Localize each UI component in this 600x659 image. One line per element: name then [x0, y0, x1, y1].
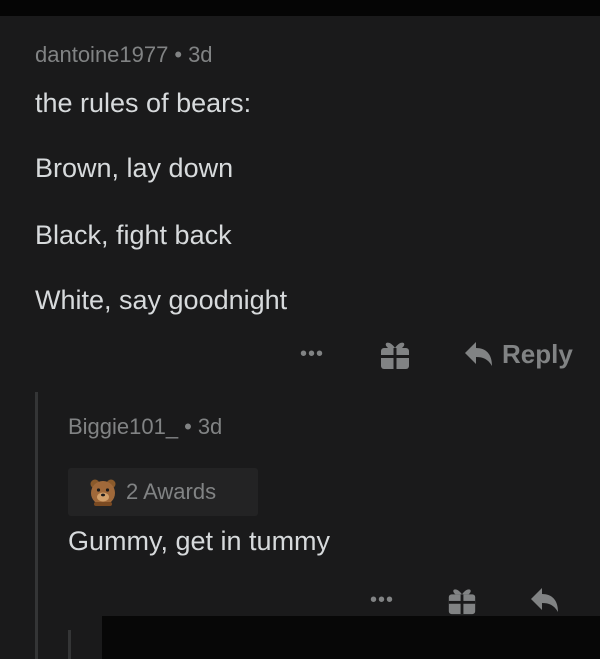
give-award-button[interactable]	[446, 584, 478, 616]
nested-comment-area	[102, 616, 600, 659]
more-options-button[interactable]: •••	[370, 590, 394, 610]
reply-button[interactable]: Reply	[462, 339, 573, 370]
comment-text-line: the rules of bears:	[35, 88, 252, 118]
nested-thread-line[interactable]	[68, 630, 71, 659]
comment-meta: dantoine1977 • 3d	[35, 40, 595, 70]
meta-separator: •	[174, 42, 183, 67]
comment-text-line: Brown, lay down	[35, 153, 234, 183]
awards-badge[interactable]: 2 Awards	[68, 468, 258, 516]
gift-icon	[448, 589, 476, 615]
top-bar	[0, 0, 600, 16]
meta-separator: •	[184, 414, 192, 439]
award-bear-icon	[90, 479, 116, 506]
comment-text-line: Black, fight back	[35, 220, 232, 250]
gift-icon	[381, 342, 410, 369]
comment-text-line: White, say goodnight	[35, 285, 288, 315]
comment-age: 3d	[188, 42, 213, 67]
parent-comment: dantoine1977 • 3d the rules of bears: Brow…	[35, 40, 595, 317]
thread-line[interactable]	[35, 392, 38, 659]
comment-meta: Biggie101_ • 3d	[68, 412, 588, 442]
give-award-button[interactable]	[378, 337, 412, 371]
comment-text: Gummy, get in tummy	[68, 526, 331, 556]
awards-count: 2 Awards	[126, 479, 217, 504]
reply-label: Reply	[502, 338, 573, 369]
username-link[interactable]: dantoine1977	[35, 42, 168, 67]
reply-comment-actions: •••	[370, 580, 560, 620]
reply-comment: Biggie101_ • 3d 2 Awards Gummy, get in tum…	[68, 412, 588, 558]
parent-comment-actions: ••• Reply	[300, 334, 573, 374]
reply-arrow-icon	[465, 342, 493, 366]
username-link[interactable]: Biggie101_	[68, 414, 178, 439]
more-options-button[interactable]: •••	[300, 344, 324, 364]
comment-age: 3d	[197, 414, 223, 439]
reply-arrow-icon	[531, 588, 559, 612]
reply-button[interactable]	[528, 585, 560, 615]
